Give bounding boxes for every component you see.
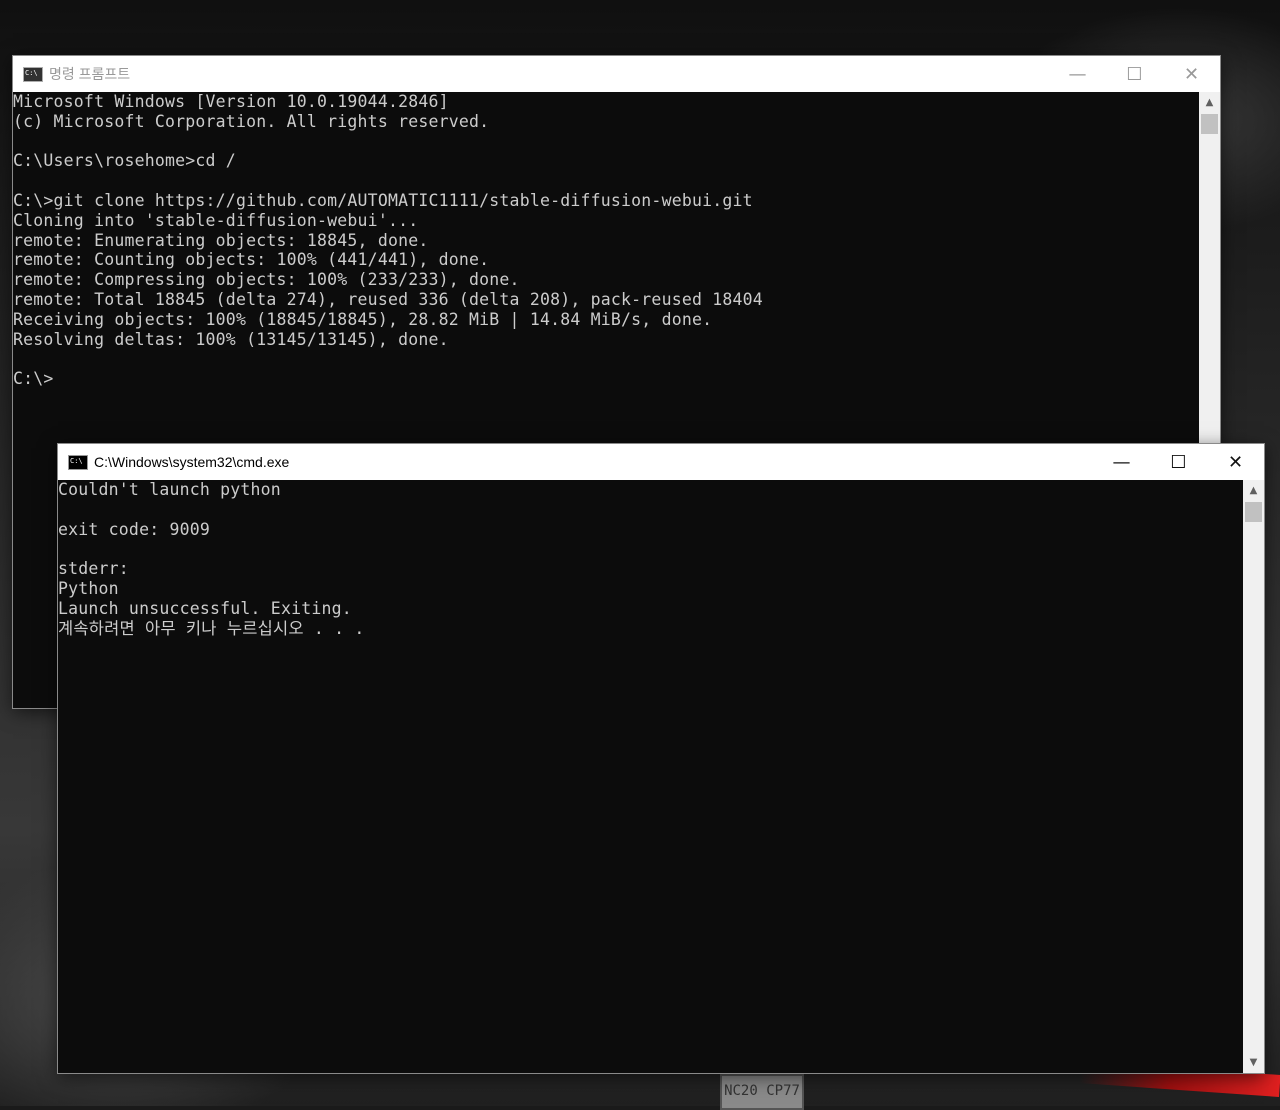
console-line: C:\Users\rosehome>cd /	[13, 151, 236, 171]
minimize-button[interactable]: —	[1093, 444, 1150, 480]
title-bar[interactable]: C:\Windows\system32\cmd.exe — ☐ ✕	[58, 444, 1264, 480]
console-line: Resolving deltas: 100% (13145/13145), do…	[13, 329, 449, 349]
cmd-icon	[68, 454, 88, 470]
scroll-up-icon[interactable]: ▲	[1243, 482, 1264, 499]
scroll-down-icon[interactable]: ▼	[1243, 1054, 1264, 1071]
window-controls: — ☐ ✕	[1093, 444, 1264, 480]
console-line: (c) Microsoft Corporation. All rights re…	[13, 111, 490, 131]
close-button[interactable]: ✕	[1207, 444, 1264, 480]
console-line: Receiving objects: 100% (18845/18845), 2…	[13, 309, 713, 329]
console-line: Cloning into 'stable-diffusion-webui'...	[13, 210, 419, 230]
console-prompt: C:\>	[13, 369, 54, 389]
scroll-thumb[interactable]	[1201, 114, 1218, 134]
background-plate-text: NC20 CP77	[724, 1083, 800, 1099]
console-line: 계속하려면 아무 키나 누르십시오 . . .	[58, 618, 365, 638]
console-line: Launch unsuccessful. Exiting.	[58, 598, 352, 618]
console-line: remote: Compressing objects: 100% (233/2…	[13, 270, 520, 290]
console-line: remote: Counting objects: 100% (441/441)…	[13, 250, 490, 270]
cmd-exe-window-front[interactable]: C:\Windows\system32\cmd.exe — ☐ ✕ Couldn…	[58, 444, 1264, 1073]
console-line: Couldn't launch python	[58, 480, 281, 499]
window-controls: — ☐ ✕	[1049, 56, 1220, 92]
cmd-icon	[23, 66, 43, 82]
console-line: Python	[58, 578, 119, 598]
console-line: remote: Enumerating objects: 18845, done…	[13, 230, 429, 250]
minimize-button[interactable]: —	[1049, 56, 1106, 92]
vertical-scrollbar[interactable]: ▲ ▼	[1243, 480, 1264, 1073]
console-line: stderr:	[58, 559, 129, 579]
maximize-button[interactable]: ☐	[1150, 444, 1207, 480]
scroll-thumb[interactable]	[1245, 502, 1262, 522]
console-line: C:\>git clone https://github.com/AUTOMAT…	[13, 190, 753, 210]
close-button[interactable]: ✕	[1163, 56, 1220, 92]
maximize-button[interactable]: ☐	[1106, 56, 1163, 92]
console-line: exit code: 9009	[58, 519, 211, 539]
window-title: 명령 프롬프트	[49, 66, 131, 82]
scroll-up-icon[interactable]: ▲	[1199, 94, 1220, 111]
window-title: C:\Windows\system32\cmd.exe	[94, 454, 290, 470]
title-bar[interactable]: 명령 프롬프트 — ☐ ✕	[13, 56, 1220, 92]
console-line: remote: Total 18845 (delta 274), reused …	[13, 289, 763, 309]
background-plate: NC20 CP77	[720, 1074, 804, 1110]
console-output[interactable]: Couldn't launch python exit code: 9009 s…	[58, 480, 1243, 1073]
console-line: Microsoft Windows [Version 10.0.19044.28…	[13, 92, 449, 111]
